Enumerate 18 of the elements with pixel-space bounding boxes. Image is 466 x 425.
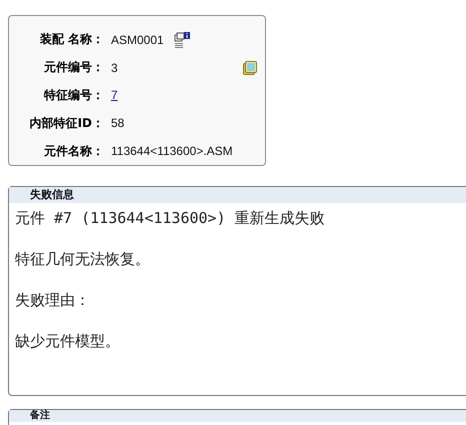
- message-line: 缺少元件模型。: [15, 331, 121, 352]
- field-value: 113644<113600>.ASM: [111, 144, 233, 158]
- field-label: 特征编号：: [42, 86, 104, 104]
- cube-icon[interactable]: [243, 60, 257, 75]
- feature-link[interactable]: 7: [111, 88, 118, 102]
- field-value: ASM0001: [111, 32, 164, 47]
- field-label: 内部特征ID：: [28, 114, 104, 132]
- message-line: 特征几何无法恢复。: [15, 249, 151, 270]
- message-line: 失败理由：: [15, 290, 91, 311]
- field-label: 装配 名称：: [38, 31, 104, 48]
- panel-title: 备注: [9, 410, 466, 422]
- field-value: 58: [111, 116, 124, 130]
- field-label: 元件名称：: [43, 142, 104, 160]
- message-line: 元件 #7 (113644<113600>) 重新生成失败: [15, 208, 326, 229]
- panel-title: 失败信息: [9, 187, 466, 203]
- info-document-icon[interactable]: [174, 32, 190, 48]
- field-value: 3: [111, 60, 118, 75]
- field-label: 元件编号：: [43, 59, 104, 76]
